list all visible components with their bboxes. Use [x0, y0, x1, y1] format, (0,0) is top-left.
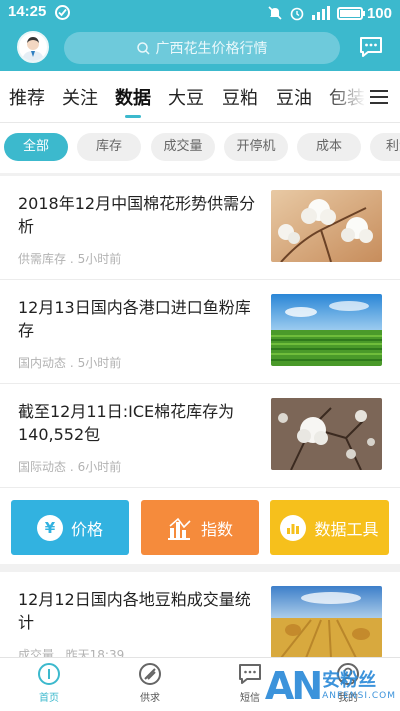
price-button[interactable]: ¥ 价格 — [11, 500, 129, 555]
cotton-plant-photo — [271, 398, 382, 470]
data-tool-button[interactable]: 数据工具 — [270, 500, 389, 555]
tabs-fade — [326, 71, 366, 122]
watermark-cn: 安粉丝 — [322, 670, 377, 691]
battery-fill — [339, 9, 360, 17]
search-placeholder: 广西花生价格行情 — [155, 41, 268, 57]
message-icon[interactable] — [359, 36, 383, 58]
menu-icon[interactable] — [366, 87, 392, 107]
alarm-icon — [290, 7, 304, 21]
data-tool-label: 数据工具 — [314, 519, 379, 539]
news-title: 2018年12月中国棉花形势供需分析 — [18, 194, 256, 236]
news-meta: 国内动态 . 5小时前 — [18, 356, 122, 370]
nav-supply-label: 供求 — [140, 693, 160, 704]
nav-supply[interactable]: 供求 — [120, 662, 180, 704]
search-input[interactable]: 广西花生价格行情 — [64, 32, 340, 64]
tab-follow[interactable]: 关注 — [62, 84, 98, 110]
price-label: 价格 — [70, 519, 103, 539]
data-tool-icon — [280, 514, 307, 541]
signal-icon — [311, 6, 330, 20]
tab-recommend[interactable]: 推荐 — [9, 84, 45, 110]
wheat-field-photo — [271, 586, 382, 658]
message-icon — [239, 664, 261, 684]
chip-volume[interactable]: 成交量 — [151, 133, 215, 161]
filter-chips: 全部 库存 成交量 开停机 成本 利润 — [0, 123, 400, 173]
news-category: 供需库存 — [18, 252, 67, 266]
tool-shortcuts: ¥ 价格 指数 数据工具 — [0, 488, 400, 564]
index-button[interactable]: 指数 — [141, 500, 259, 555]
news-meta: 供需库存 . 5小时前 — [18, 252, 122, 266]
battery-icon — [336, 6, 365, 20]
bar-chart-icon — [167, 517, 191, 540]
nav-sms-label: 短信 — [240, 693, 260, 704]
yuan-icon: ¥ — [36, 514, 63, 541]
watermark-en: ANFENSI.COM — [322, 691, 396, 701]
mute-icon — [268, 6, 282, 20]
cotton-branch-photo — [271, 190, 382, 262]
chip-profit[interactable]: 利润 — [370, 133, 400, 161]
news-category: 国际动态 — [18, 460, 67, 474]
news-item[interactable]: 12月13日国内各港口进口鱼粉库存 国内动态 . 5小时前 — [0, 280, 400, 384]
chip-cost[interactable]: 成本 — [297, 133, 361, 161]
news-title: 截至12月11日:ICE棉花库存为140,552包 — [18, 402, 235, 444]
tab-soymeal[interactable]: 豆粕 — [222, 84, 258, 110]
category-tabs: 推荐 关注 数据 大豆 豆粕 豆油 包装 — [0, 71, 400, 123]
tab-soyoil[interactable]: 豆油 — [276, 84, 312, 110]
chip-operating[interactable]: 开停机 — [224, 133, 288, 161]
home-icon — [38, 663, 60, 685]
news-time: 6小时前 — [77, 460, 122, 474]
watermark-mark: AN — [264, 664, 323, 708]
news-meta: 国际动态 . 6小时前 — [18, 460, 122, 474]
battery-percent: 100 — [366, 4, 392, 22]
tab-soybean[interactable]: 大豆 — [168, 84, 204, 110]
status-bar: 14:25 100 — [0, 0, 400, 26]
news-time: 5小时前 — [77, 252, 122, 266]
news-title: 12月12日国内各地豆粕成交量统计 — [18, 590, 251, 632]
news-category: 国内动态 — [18, 356, 67, 370]
status-icons: 100 — [267, 3, 392, 23]
site-watermark: AN 安粉丝 ANFENSI.COM — [264, 664, 396, 708]
green-field-photo — [271, 294, 382, 366]
doctor-avatar-icon — [22, 37, 44, 61]
index-label: 指数 — [200, 519, 233, 539]
top-header: 广西花生价格行情 — [0, 26, 400, 71]
news-item[interactable]: 截至12月11日:ICE棉花库存为140,552包 国际动态 . 6小时前 — [0, 384, 400, 488]
status-time: 14:25 — [8, 3, 47, 20]
active-tab-indicator — [125, 115, 141, 118]
news-title: 12月13日国内各港口进口鱼粉库存 — [18, 298, 251, 340]
supply-icon — [139, 663, 161, 685]
news-item[interactable]: 12月12日国内各地豆粕成交量统计 成交量 . 昨天18:39 — [0, 572, 400, 662]
check-circle-icon — [55, 5, 70, 20]
news-time: 5小时前 — [77, 356, 122, 370]
search-icon — [136, 41, 150, 55]
news-item[interactable]: 2018年12月中国棉花形势供需分析 供需库存 . 5小时前 — [0, 176, 400, 280]
chip-inventory[interactable]: 库存 — [77, 133, 141, 161]
app-screen: 14:25 100 广西花生价格行情 推荐 关注 数据 大豆 豆粕 豆油 全部 … — [0, 0, 400, 711]
nav-home-label: 首页 — [39, 693, 59, 704]
avatar[interactable] — [17, 31, 49, 63]
chip-all[interactable]: 全部 — [4, 133, 68, 161]
nav-home[interactable]: 首页 — [19, 662, 79, 704]
tab-data[interactable]: 数据 — [115, 84, 151, 110]
